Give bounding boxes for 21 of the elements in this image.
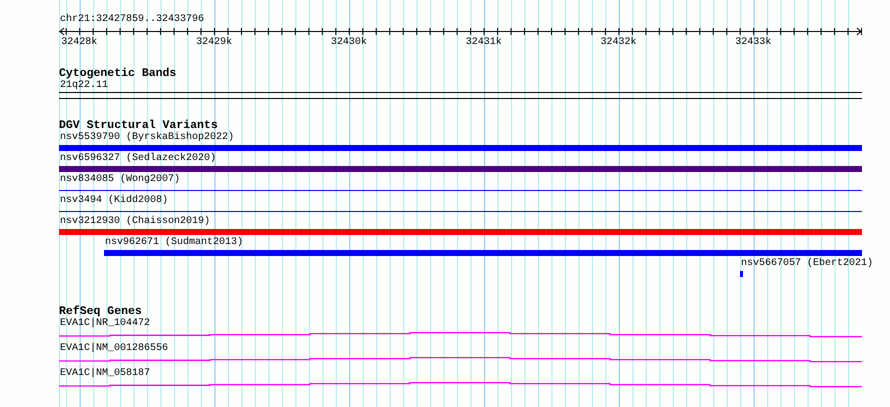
variant-label: nsv6596327 (Sedlazeck2020) <box>59 153 216 164</box>
variant-label: nsv962671 (Sudmant2013) <box>104 237 244 248</box>
variant-label: nsv3494 (Kidd2008) <box>59 195 168 206</box>
variant-label: nsv5667057 (Ebert2021) <box>740 258 874 269</box>
tick-label: 32432k <box>600 37 636 48</box>
tick-label: 32428k <box>61 37 98 48</box>
gene-label: EVA1C|NM_001286556 <box>59 343 168 354</box>
track-title: RefSeq Genes <box>59 306 142 318</box>
variant-label: nsv5539790 (ByrskaBishop2022) <box>59 132 234 143</box>
tick-label: 32429k <box>196 37 232 48</box>
variant-label: nsv3212930 (Chaisson2019) <box>59 216 210 227</box>
tick-label: 32431k <box>466 37 502 48</box>
variant-label: nsv834085 (Wong2007) <box>59 174 180 185</box>
track-title: DGV Structural Variants <box>59 120 218 132</box>
ruler-title: chr21:32427859..32433796 <box>59 14 206 26</box>
tick-label: 32430k <box>330 37 367 48</box>
tick-label: 32433k <box>735 37 772 48</box>
band-label: 21q22.11 <box>59 80 108 91</box>
gene-label: EVA1C|NR_104472 <box>59 318 150 329</box>
gene-label: EVA1C|NM_058187 <box>59 368 150 379</box>
track-title: Cytogenetic Bands <box>59 68 176 80</box>
